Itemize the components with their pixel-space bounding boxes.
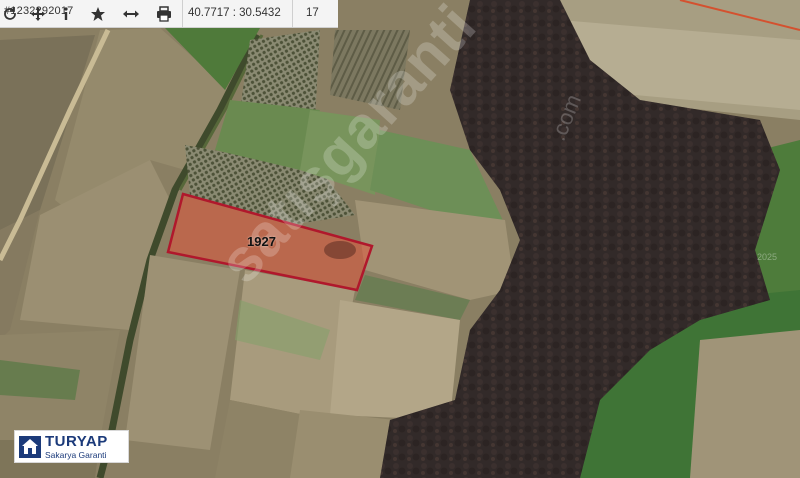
parcel-label: 1927	[247, 234, 276, 249]
resize-icon[interactable]	[121, 4, 141, 24]
zoom-level: 17	[306, 7, 319, 19]
logo-title: TURYAP	[45, 433, 108, 450]
move-icon[interactable]	[28, 4, 48, 24]
map-toolbar: #1232292017 40.7717 : 30.5432 17	[0, 0, 338, 28]
coordinates-readout: 40.7717 : 30.5432	[188, 7, 281, 19]
star-icon[interactable]	[88, 4, 108, 24]
field-lower-mid	[330, 300, 460, 420]
toolbar-divider	[182, 0, 183, 28]
print-icon[interactable]	[154, 4, 174, 24]
imagery-year: 2025	[757, 252, 778, 262]
house-icon	[19, 436, 41, 458]
map-view[interactable]: satışgaranti .com 2025 1927 #1232292017 …	[0, 0, 800, 478]
logo-subtitle: Sakarya Garanti	[45, 450, 107, 460]
company-logo[interactable]: TURYAP Sakarya Garanti	[14, 430, 129, 463]
toolbar-divider	[292, 0, 293, 28]
info-icon[interactable]	[56, 4, 76, 24]
